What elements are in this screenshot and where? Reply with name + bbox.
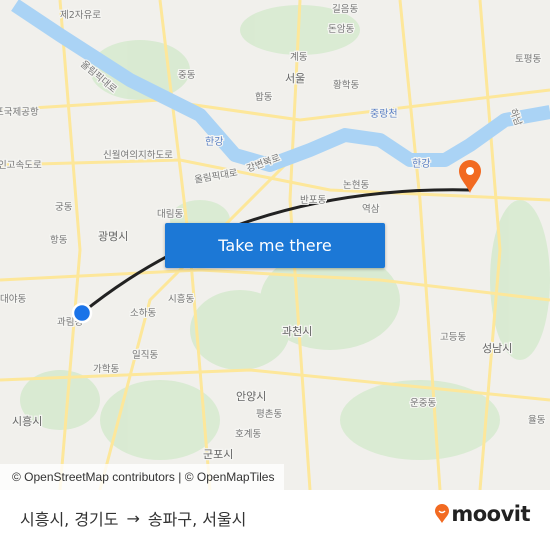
map-label: 과천시 <box>282 324 312 338</box>
map-label: 서울 <box>285 72 305 85</box>
map-label: 역삼 <box>362 204 380 215</box>
map-label: 인고속도로 <box>0 160 42 171</box>
map-label: 계동 <box>290 51 308 63</box>
map-label: 합동 <box>255 92 273 103</box>
destination-pin <box>459 160 481 193</box>
map-label: 군포시 <box>203 448 233 461</box>
take-me-there-button[interactable]: Take me there <box>165 223 385 268</box>
map-label: 운중동 <box>410 398 436 409</box>
arrow-right-icon: → <box>126 508 140 528</box>
map-label: 소하동 <box>130 307 156 319</box>
map-label: 대야동 <box>0 294 26 305</box>
map-label: 가학동 <box>93 364 119 375</box>
map-label: 광명시 <box>98 230 128 243</box>
map-label: 시흥동 <box>168 293 194 305</box>
map-label: 돈암동 <box>328 23 354 35</box>
map-label: 포국제공항 <box>0 107 39 118</box>
map-label: 고등동 <box>440 332 466 343</box>
map-label: 호계동 <box>235 428 261 440</box>
map-label: 율동 <box>528 415 546 426</box>
map-label: 신월여의지하도로 <box>103 149 173 161</box>
map-label: 안양시 <box>236 390 266 403</box>
origin-marker <box>71 302 93 324</box>
map-label: 성남시 <box>482 342 512 355</box>
map-label: 대림동 <box>157 208 183 220</box>
moovit-pin-icon <box>435 504 450 523</box>
map-label: 올림픽대로 <box>193 167 238 186</box>
destination-label: 송파구, 서울시 <box>147 510 247 529</box>
map-label: 시흥시 <box>12 414 42 428</box>
map[interactable]: 제2자유로중동올림픽대로포국제공항합동서울계동돈암동길음동황학동중랑천한강신월여… <box>0 0 550 490</box>
map-label: 일직동 <box>132 350 158 361</box>
route-title: 시흥시, 경기도 → 송파구, 서울시 <box>20 506 246 530</box>
map-label: 평촌동 <box>256 409 282 420</box>
footer: 시흥시, 경기도 → 송파구, 서울시 moovit <box>0 490 550 550</box>
map-label: 황학동 <box>333 80 359 91</box>
map-label: 반포동 <box>300 195 326 206</box>
map-label: 제2자유로 <box>60 10 101 21</box>
map-label: 궁동 <box>55 202 73 213</box>
map-label: 한강 <box>412 158 430 170</box>
map-label: 토평동 <box>515 54 541 65</box>
map-label: 논현동 <box>343 180 369 191</box>
moovit-logo: moovit <box>434 502 530 526</box>
map-label: 항동 <box>50 235 68 246</box>
map-label: 중동 <box>178 70 196 81</box>
origin-label: 시흥시, 경기도 <box>20 510 119 529</box>
map-label: 중랑천 <box>370 108 398 120</box>
map-label: 한강 <box>205 136 223 148</box>
map-label: 길음동 <box>332 3 358 15</box>
map-attribution[interactable]: © OpenStreetMap contributors | © OpenMap… <box>0 464 285 490</box>
